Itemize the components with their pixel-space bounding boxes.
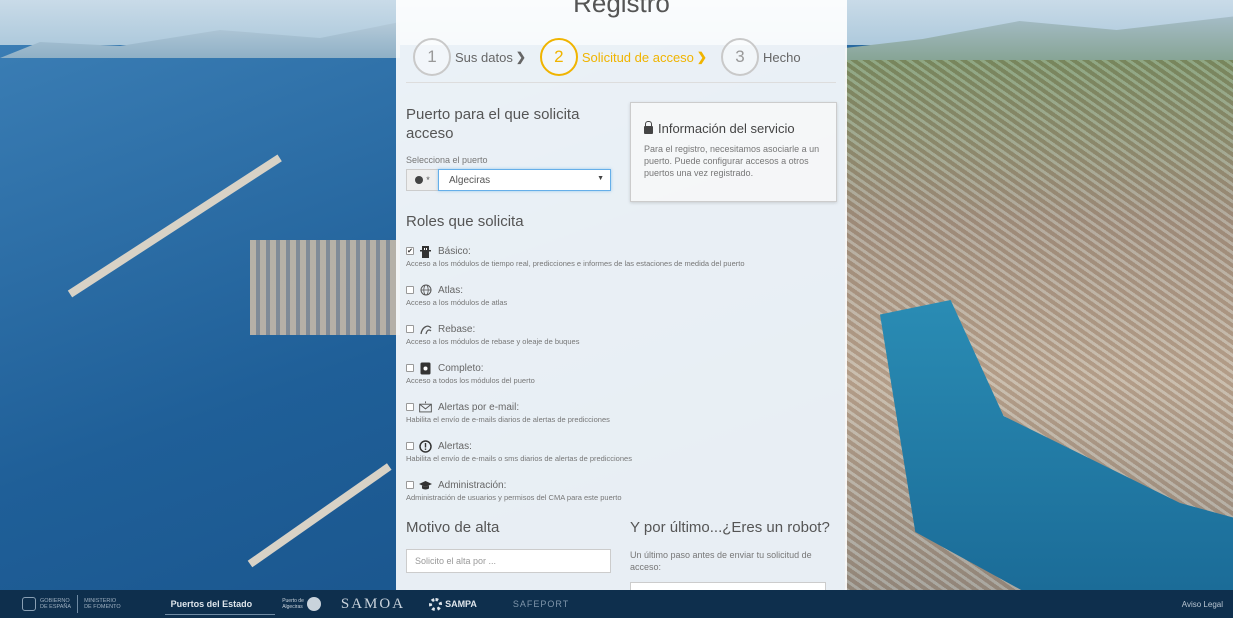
role-basico-desc: Acceso a los módulos de tiempo real, pre…	[406, 259, 745, 268]
step-1-number: 1	[413, 38, 451, 76]
device-icon	[419, 362, 432, 375]
role-rebase-name: Rebase:	[438, 323, 476, 335]
port-select-label: Selecciona el puerto	[406, 155, 488, 165]
step-1-label: Sus datos	[455, 49, 513, 65]
swirl-icon	[306, 597, 321, 611]
motivo-placeholder: Solicito el alta por ...	[415, 556, 497, 566]
step-3-number: 3	[720, 38, 759, 76]
role-atlas-checkbox[interactable]	[406, 286, 414, 294]
port-section-title: Puerto para el que solicita acceso	[406, 106, 580, 142]
port-select-group: * Algeciras ▼	[406, 169, 611, 191]
puerto-algeciras-logo[interactable]: Puerto de Algeciras	[282, 597, 321, 611]
role-rebase-checkbox[interactable]	[406, 325, 414, 333]
wizard-steps: 1 Sus datos ❯ 2 Solicitud de acceso ❯ 3 …	[413, 34, 833, 80]
mail-alert-icon	[419, 401, 432, 414]
footer: Gobierno de España Ministerio de Fomento P…	[0, 590, 1233, 618]
step-2-label: Solicitud de acceso	[581, 49, 694, 65]
info-box: Información del servicio Para el registr…	[630, 102, 837, 202]
divider	[406, 82, 836, 83]
step-2-number: 2	[539, 38, 578, 76]
role-atlas-desc: Acceso a los módulos de atlas	[406, 298, 508, 307]
captcha-widget[interactable]	[630, 582, 826, 590]
robot-title: Y por último...¿Eres un robot?	[630, 519, 830, 536]
step-2[interactable]: 2 Solicitud de acceso ❯	[539, 38, 707, 76]
role-rebase-desc: Acceso a los módulos de rebase y oleaje …	[406, 337, 580, 346]
role-completo-name: Completo:	[438, 362, 484, 374]
registration-card: Registro 1 Sus datos ❯ 2 Solicitud de ac…	[396, 0, 847, 590]
role-alertas-desc: Habilita el envío de e-mails o sms diari…	[406, 454, 632, 463]
role-administracion-checkbox[interactable]	[406, 481, 414, 489]
samoa-logo[interactable]: SAMOA	[341, 596, 405, 613]
lock-icon	[644, 121, 653, 134]
gear-icon	[429, 597, 443, 611]
globe-icon	[419, 284, 432, 297]
step-1[interactable]: 1 Sus datos ❯	[413, 38, 526, 76]
role-completo-desc: Acceso a todos los módulos del puerto	[406, 376, 535, 385]
role-completo: Completo: Acceso a todos los módulos del…	[406, 361, 836, 385]
role-alertas-email-desc: Habilita el envío de e-mails diarios de …	[406, 415, 610, 424]
info-text: Para el registro, necesitamos asociarle …	[644, 144, 820, 178]
port-select-value: Algeciras	[449, 175, 491, 186]
gobierno-logo[interactable]: Gobierno de España Ministerio de Fomento	[22, 595, 121, 613]
port-select[interactable]: Algeciras ▼	[438, 169, 611, 191]
role-alertas-checkbox[interactable]	[406, 442, 414, 450]
role-alertas-email-checkbox[interactable]	[406, 403, 414, 411]
port-addon: *	[406, 169, 438, 191]
crest-icon	[22, 597, 36, 611]
step-3[interactable]: 3 Hecho	[720, 38, 801, 76]
role-completo-checkbox[interactable]	[406, 364, 414, 372]
admin-icon	[419, 479, 432, 492]
role-administracion: Administración: Administración de usuari…	[406, 478, 836, 502]
role-basico-name: Básico:	[438, 245, 471, 257]
roles-section-title: Roles que solicita	[406, 213, 524, 230]
role-atlas: Atlas: Acceso a los módulos de atlas	[406, 283, 836, 307]
wave-icon	[419, 323, 432, 336]
safeport-logo[interactable]: SAFEPORT	[513, 599, 569, 609]
chevron-right-icon: ❯	[515, 50, 526, 64]
tower-icon	[419, 245, 432, 258]
role-alertas: Alertas: Habilita el envío de e-mails o …	[406, 439, 836, 463]
role-rebase: Rebase: Acceso a los módulos de rebase y…	[406, 322, 836, 346]
motivo-title: Motivo de alta	[406, 519, 500, 536]
caret-down-icon: ▼	[597, 175, 604, 182]
sampa-logo[interactable]: SAMPA	[429, 597, 477, 611]
required-mark: *	[426, 175, 430, 185]
person-icon	[415, 176, 424, 184]
role-alertas-email: Alertas por e-mail: Habilita el envío de…	[406, 400, 836, 424]
aviso-legal-link[interactable]: Aviso Legal	[1182, 600, 1223, 609]
info-title: Información del servicio	[658, 121, 795, 136]
chevron-right-icon: ❯	[696, 50, 707, 64]
role-basico-checkbox[interactable]: ✔	[406, 247, 414, 255]
step-3-label: Hecho	[762, 49, 801, 65]
role-alertas-email-name: Alertas por e-mail:	[438, 401, 520, 413]
role-alertas-name: Alertas:	[438, 440, 472, 452]
role-basico: ✔ Básico: Acceso a los módulos de tiempo…	[406, 244, 836, 268]
role-administracion-name: Administración:	[438, 479, 507, 491]
role-atlas-name: Atlas:	[438, 284, 464, 296]
motivo-textarea[interactable]: Solicito el alta por ...	[406, 549, 611, 573]
page-title: Registro	[573, 0, 670, 18]
puertos-del-estado-logo[interactable]: Puertos del Estado	[164, 599, 275, 615]
alert-icon	[419, 439, 432, 453]
role-administracion-desc: Administración de usuarios y permisos de…	[406, 493, 622, 502]
robot-text: Un último paso antes de enviar tu solici…	[630, 550, 812, 572]
